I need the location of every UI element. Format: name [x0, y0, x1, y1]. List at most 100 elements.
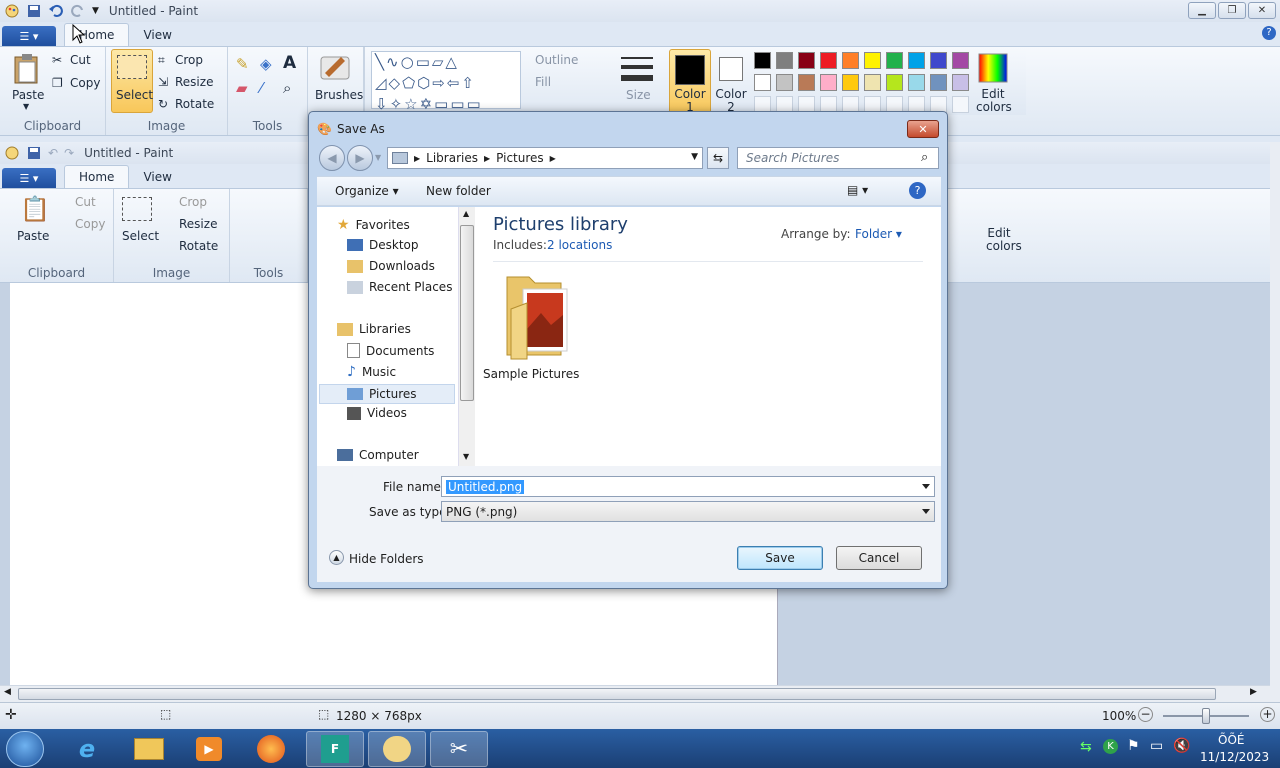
file-name-value[interactable]: Untitled.png [446, 479, 525, 494]
palette-swatch[interactable] [754, 52, 771, 69]
zoom-slider-thumb[interactable] [1202, 708, 1210, 724]
view-options-icon[interactable]: ▤ ▾ [847, 183, 868, 197]
paint-menu-button[interactable]: ☰ ▾ [2, 26, 56, 46]
palette-swatch[interactable] [776, 74, 793, 91]
nav-music[interactable]: ♪ Music [347, 364, 396, 380]
palette-swatch[interactable] [864, 52, 881, 69]
taskbar-ie-icon[interactable]: e [58, 731, 116, 767]
zoom-in-button[interactable]: + [1260, 707, 1275, 722]
inner-crop-button[interactable]: Crop [179, 195, 207, 209]
palette-swatch[interactable] [798, 74, 815, 91]
paint-app-icon[interactable] [4, 3, 20, 19]
clock-date[interactable]: 11/12/2023 [1200, 750, 1269, 764]
palette-swatch[interactable] [886, 52, 903, 69]
inner-tab-view[interactable]: View [129, 166, 185, 188]
palette-swatch[interactable] [952, 74, 969, 91]
palette-swatch[interactable] [952, 52, 969, 69]
tray-network-icon[interactable]: ⇆ [1080, 739, 1092, 755]
nav-libraries[interactable]: Libraries [337, 322, 411, 336]
qat-dropdown-icon[interactable]: ▼ [92, 6, 99, 16]
zoom-out-button[interactable]: − [1138, 707, 1153, 722]
save-icon[interactable] [26, 3, 42, 19]
inner-edit-colors-button[interactable]: Edit colors [986, 227, 1022, 253]
taskbar-paint-icon[interactable] [368, 731, 426, 767]
organize-button[interactable]: Organize ▾ [335, 184, 399, 198]
palette-swatch[interactable] [908, 52, 925, 69]
palette-swatch[interactable] [930, 52, 947, 69]
refresh-button[interactable]: ⇆ [707, 147, 729, 169]
crop-button[interactable]: Crop [175, 53, 203, 67]
folder-sample-pictures-label[interactable]: Sample Pictures [483, 367, 579, 381]
breadcrumb-separator-icon[interactable]: ▶ [550, 154, 556, 163]
palette-swatch[interactable] [776, 52, 793, 69]
palette-swatch[interactable] [754, 74, 771, 91]
folder-sample-pictures-icon[interactable] [501, 269, 573, 363]
vertical-scrollbar[interactable] [1270, 142, 1280, 702]
nav-pictures[interactable]: Pictures [319, 384, 455, 404]
save-button[interactable]: Save [737, 546, 823, 570]
fill-bucket-icon[interactable]: ◈ [260, 55, 272, 73]
scroll-right-icon[interactable]: ▶ [1250, 687, 1257, 697]
new-folder-button[interactable]: New folder [426, 184, 491, 198]
maximize-button[interactable]: ❐ [1218, 2, 1246, 19]
palette-swatch[interactable] [930, 74, 947, 91]
shapes-gallery[interactable]: ╲∿○▭▱△ ◿◇⬠⬡⇨⇦⇧ ⇩✧☆✡▭▭▭ [371, 51, 521, 113]
brushes-icon[interactable] [319, 51, 351, 83]
tray-display-icon[interactable]: ▭ [1150, 738, 1163, 754]
palette-swatch[interactable] [798, 52, 815, 69]
copy-button[interactable]: Copy [70, 76, 100, 90]
dialog-help-icon[interactable]: ? [909, 182, 926, 199]
palette-swatch[interactable] [864, 74, 881, 91]
tab-view[interactable]: View [129, 24, 185, 46]
inner-paste-button[interactable]: Paste [17, 229, 49, 243]
nav-downloads[interactable]: Downloads [347, 259, 435, 273]
resize-button[interactable]: Resize [175, 75, 213, 89]
size-label[interactable]: Size [626, 88, 651, 102]
minimize-button[interactable]: ▁ [1188, 2, 1216, 19]
palette-custom-swatch[interactable] [952, 96, 969, 113]
save-as-type-dropdown-icon[interactable] [922, 509, 930, 514]
file-name-field[interactable]: Untitled.png [441, 476, 935, 497]
undo-icon[interactable] [48, 3, 64, 19]
close-button[interactable]: ✕ [1248, 2, 1276, 19]
locations-link[interactable]: 2 locations [547, 238, 612, 252]
palette-swatch[interactable] [908, 74, 925, 91]
eraser-icon[interactable]: ▰ [236, 79, 248, 97]
palette-swatch[interactable] [820, 74, 837, 91]
cut-button[interactable]: Cut [70, 53, 91, 67]
nav-scroll-thumb[interactable] [460, 225, 474, 401]
palette-swatch[interactable] [886, 74, 903, 91]
paste-button[interactable]: Paste [12, 88, 44, 102]
brushes-label[interactable]: Brushes [315, 88, 363, 102]
hide-folders-button[interactable]: Hide Folders [349, 552, 424, 566]
edit-colors-button[interactable]: Edit colors [976, 88, 1012, 114]
inner-paint-menu-button[interactable]: ☰ ▾ [2, 168, 56, 188]
tray-volume-muted-icon[interactable]: 🔇 [1173, 738, 1190, 754]
clock-time[interactable]: ÕÕÉ [1218, 733, 1244, 747]
cancel-button[interactable]: Cancel [836, 546, 922, 570]
inner-rotate-button[interactable]: Rotate [179, 239, 218, 253]
taskbar-firefox-icon[interactable] [242, 731, 300, 767]
nav-scrollbar[interactable]: ▲ ▼ [458, 207, 475, 466]
paste-icon[interactable] [12, 53, 42, 85]
size-icon[interactable] [620, 53, 654, 85]
nav-favorites[interactable]: ★ Favorites [337, 217, 410, 233]
taskbar-snipping-tool-icon[interactable]: ✂ [430, 731, 488, 767]
file-name-dropdown-icon[interactable] [922, 484, 930, 489]
horizontal-scroll-thumb[interactable] [18, 688, 1216, 700]
rotate-button[interactable]: Rotate [175, 97, 214, 111]
tray-security-icon[interactable]: K [1103, 739, 1118, 754]
nav-documents[interactable]: Documents [347, 343, 434, 358]
nav-computer[interactable]: Computer [337, 448, 419, 462]
outline-button[interactable]: Outline [535, 53, 578, 67]
help-icon[interactable]: ? [1262, 26, 1276, 40]
text-tool-icon[interactable]: A [283, 53, 296, 73]
breadcrumb-separator-icon[interactable]: ▶ [414, 154, 420, 163]
inner-select-button[interactable]: Select [122, 229, 159, 243]
horizontal-scrollbar[interactable]: ◀ ▶ [0, 685, 1270, 702]
inner-paint-app-icon[interactable] [4, 145, 20, 161]
nav-scroll-up-icon[interactable]: ▲ [463, 209, 469, 218]
redo-icon[interactable] [70, 3, 86, 19]
inner-undo-icon[interactable]: ↶ [48, 146, 58, 160]
palette-swatch[interactable] [842, 52, 859, 69]
